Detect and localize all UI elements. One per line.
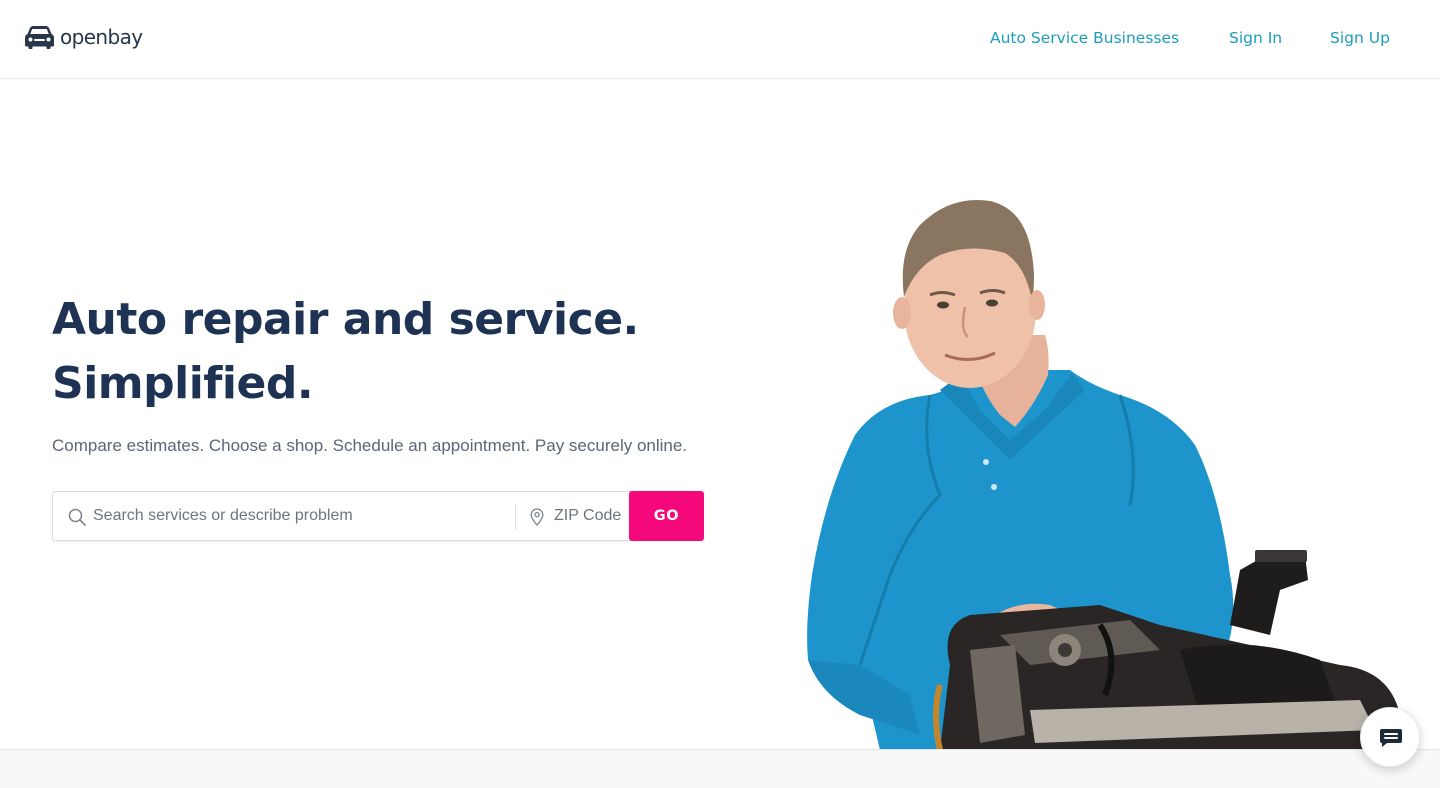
chat-launcher-button[interactable] — [1360, 707, 1420, 767]
hero-title-line-1: Auto repair and service. — [52, 294, 639, 345]
zip-code-input[interactable] — [554, 502, 628, 530]
hero-title: Auto repair and service. Simplified. — [52, 288, 752, 416]
search-form — [52, 491, 632, 541]
next-section-strip — [0, 749, 1440, 788]
search-icon — [68, 508, 86, 526]
go-button[interactable]: GO — [629, 491, 704, 541]
site-header: openbay Auto Service Businesses Sign In … — [0, 0, 1440, 79]
hero-title-line-2: Simplified. — [52, 358, 314, 409]
chat-icon — [1380, 729, 1402, 747]
search-input[interactable] — [93, 502, 508, 530]
search-divider — [515, 504, 516, 530]
nav-sign-up[interactable]: Sign Up — [1330, 28, 1390, 48]
hero-subtitle: Compare estimates. Choose a shop. Schedu… — [52, 436, 688, 455]
nav-sign-in[interactable]: Sign In — [1229, 28, 1282, 48]
logo-wordmark: openbay — [60, 25, 143, 49]
hero-mechanic-image — [807, 200, 1400, 750]
openbay-logo[interactable]: openbay — [24, 25, 143, 49]
car-icon — [25, 26, 54, 49]
nav-auto-service-businesses[interactable]: Auto Service Businesses — [990, 28, 1179, 48]
location-pin-icon — [530, 508, 544, 526]
